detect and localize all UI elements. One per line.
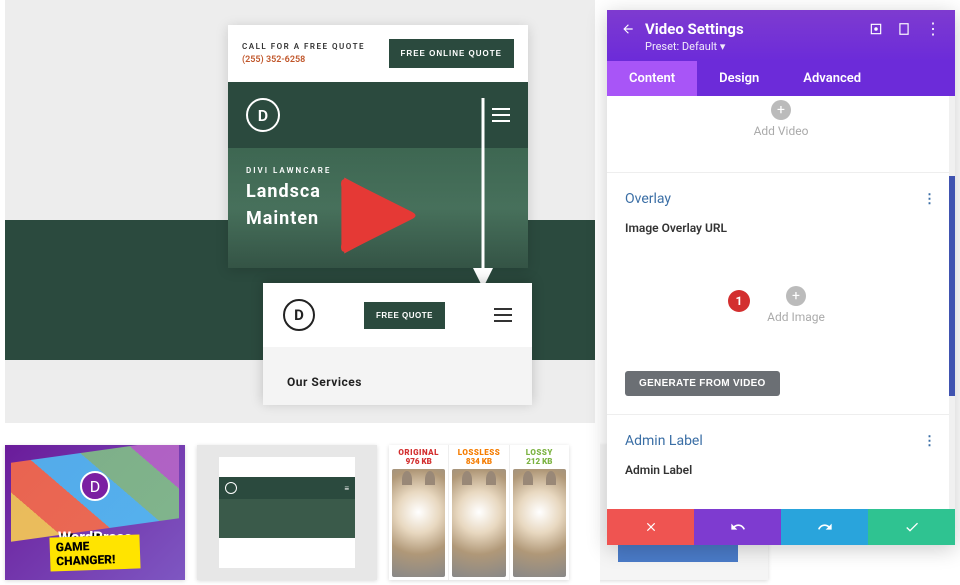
add-video-label: Add Video [754, 124, 809, 138]
settings-body[interactable]: + Add Video Overlay ⋮ Image Overlay URL … [607, 96, 955, 509]
close-icon [644, 520, 658, 534]
preset-label[interactable]: Preset: Default [645, 40, 717, 53]
responsive-icon[interactable] [897, 22, 911, 36]
admin-label-section-menu-icon[interactable]: ⋮ [923, 434, 937, 449]
video-preview-canvas: CALL FOR A FREE QUOTE (255) 352-6258 FRE… [5, 0, 595, 423]
thumbnail-3[interactable]: ORIGINAL 976 KB LOSSLESS 834 KB LOSSY 21… [389, 445, 569, 580]
settings-tabs: Content Design Advanced [607, 61, 955, 96]
thumb3-col2-label: LOSSLESS [449, 445, 508, 457]
settings-title: Video Settings [645, 20, 859, 38]
services-heading: Our Services [287, 375, 508, 389]
admin-label-section-title[interactable]: Admin Label [625, 433, 703, 449]
scrollbar-thumb[interactable] [949, 176, 955, 396]
redo-button[interactable] [781, 509, 868, 545]
plus-icon[interactable]: + [771, 100, 791, 120]
undo-icon [730, 519, 746, 535]
cancel-button[interactable] [607, 509, 694, 545]
thumb3-col3-size: 212 KB [510, 457, 569, 466]
divi-logo: D [246, 98, 280, 132]
tab-content[interactable]: Content [607, 61, 697, 96]
check-icon [904, 519, 920, 535]
redo-icon [817, 519, 833, 535]
settings-footer [607, 509, 955, 545]
admin-label-field-label: Admin Label [607, 449, 955, 483]
tab-design[interactable]: Design [697, 61, 781, 96]
chevron-down-icon[interactable]: ▾ [720, 40, 726, 53]
cat-image-lossy [513, 469, 566, 577]
thumb3-col1-size: 976 KB [389, 457, 448, 466]
kebab-menu-icon[interactable]: ⋮ [925, 24, 941, 34]
generate-from-video-button[interactable]: GENERATE FROM VIDEO [625, 371, 780, 396]
thumbnail-1[interactable]: D WordPress GAME CHANGER! [5, 445, 185, 580]
thumb3-col3-label: LOSSY [510, 445, 569, 457]
thumb3-col1-label: ORIGINAL [389, 445, 448, 457]
cat-image-original [392, 469, 445, 577]
annotation-marker-1: 1 [728, 290, 750, 312]
phone-number: (255) 352-6258 [242, 55, 365, 65]
play-icon[interactable] [330, 168, 425, 263]
phone-mockup-secondary: D FREE QUOTE Our Services [263, 283, 532, 405]
video-settings-panel: Video Settings ⋮ Preset: Default ▾ Conte… [607, 10, 955, 545]
thumb3-col2-size: 834 KB [449, 457, 508, 466]
thumbnail-2[interactable]: ≡ [197, 445, 377, 580]
save-button[interactable] [868, 509, 955, 545]
overlay-section-title[interactable]: Overlay [625, 191, 671, 207]
plus-icon[interactable]: + [786, 286, 806, 306]
hamburger-icon-dark[interactable] [494, 308, 512, 322]
call-label: CALL FOR A FREE QUOTE [242, 42, 365, 51]
divi-logo-dark: D [283, 299, 315, 331]
undo-button[interactable] [694, 509, 781, 545]
add-image-label: Add Image [767, 310, 825, 324]
back-arrow-icon[interactable] [621, 22, 635, 36]
tab-advanced[interactable]: Advanced [781, 61, 883, 96]
expand-icon[interactable] [869, 22, 883, 36]
divi-logo-thumb: D [80, 471, 110, 501]
add-video-placeholder[interactable]: + Add Video [607, 96, 955, 154]
thumb1-line2: GAME CHANGER! [49, 534, 140, 571]
settings-header[interactable]: Video Settings ⋮ Preset: Default ▾ [607, 10, 955, 61]
free-quote-button-small[interactable]: FREE QUOTE [364, 302, 445, 329]
overlay-section-menu-icon[interactable]: ⋮ [923, 192, 937, 207]
cat-image-lossless [452, 469, 505, 577]
annotation-arrow-icon [468, 98, 498, 288]
thumbnail-row: D WordPress GAME CHANGER! ≡ ORIGINAL 976… [0, 445, 600, 580]
overlay-url-label: Image Overlay URL [607, 207, 955, 241]
free-quote-button[interactable]: FREE ONLINE QUOTE [389, 39, 514, 68]
add-image-placeholder[interactable]: 1 + Add Image [621, 247, 941, 363]
